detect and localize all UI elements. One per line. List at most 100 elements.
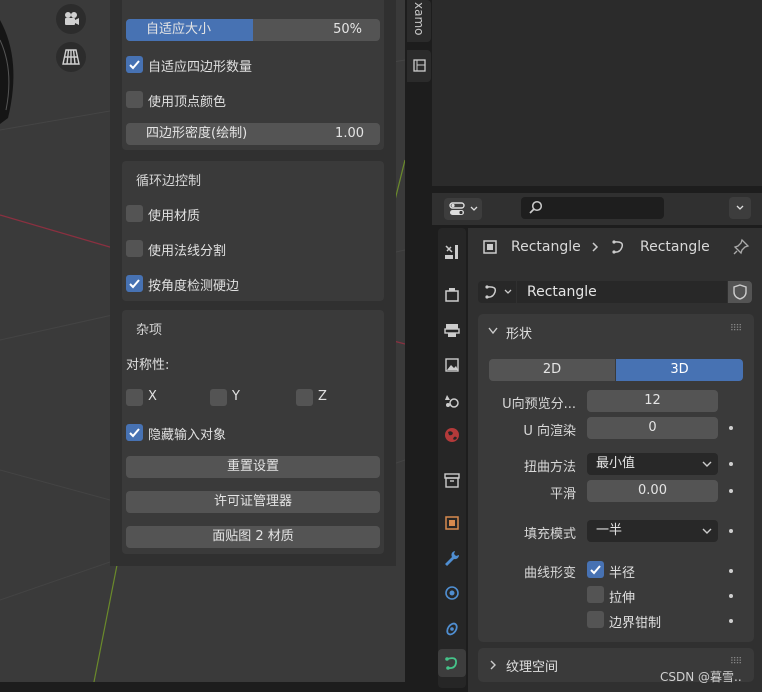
keyframe-dot[interactable] xyxy=(729,619,733,623)
tab-view[interactable] xyxy=(407,50,431,82)
tab-modifiers[interactable] xyxy=(438,544,466,572)
keyframe-dot[interactable] xyxy=(729,462,733,466)
stretch-checkbox[interactable] xyxy=(587,586,604,603)
checkmark-icon xyxy=(129,279,140,289)
curve-datablock-browse[interactable] xyxy=(478,281,516,303)
reset-settings-button[interactable]: 重置设置 xyxy=(126,456,380,478)
sidebar-tab-strip: xamo xyxy=(405,0,432,692)
bounds-clamp-label: 边界钳制 xyxy=(609,616,662,631)
hide-input-checkbox[interactable] xyxy=(126,424,143,441)
keyframe-dot[interactable] xyxy=(729,426,733,430)
auto-size-label: 自适应大小 xyxy=(146,22,212,37)
addon-side-panel: 自适应大小 50% 自适应四边形数量 使用顶点颜色 四边形密度(绘制) 1.00… xyxy=(110,0,396,566)
twist-method-value: 最小值 xyxy=(596,456,636,471)
curve-datablock-name-field[interactable]: Rectangle xyxy=(517,281,727,303)
property-search-input[interactable] xyxy=(521,197,664,219)
smooth-label: 平滑 xyxy=(549,487,576,502)
curve-deform-label: 曲线形变 xyxy=(523,566,576,581)
keyframe-dot[interactable] xyxy=(729,489,733,493)
quad-settings-section: 自适应大小 50% 自适应四边形数量 使用顶点颜色 四边形密度(绘制) 1.00 xyxy=(122,0,384,150)
scene-icon xyxy=(445,395,459,408)
curve-data-icon xyxy=(445,657,457,670)
breadcrumb-object-name: Rectangle xyxy=(511,239,581,255)
pin-icon[interactable] xyxy=(732,238,750,256)
tab-view-layer[interactable] xyxy=(438,351,466,379)
symmetry-y-checkbox[interactable] xyxy=(210,389,227,406)
outliner-area[interactable] xyxy=(432,0,762,186)
auto-quad-count-checkbox[interactable] xyxy=(126,56,143,73)
quad-density-value: 1.00 xyxy=(335,126,364,141)
tab-render[interactable] xyxy=(438,281,466,309)
radius-checkbox[interactable] xyxy=(587,561,604,578)
keyframe-dot[interactable] xyxy=(729,594,733,598)
detect-hard-edges-checkbox[interactable] xyxy=(126,275,143,292)
use-normal-split-checkbox[interactable] xyxy=(126,240,143,257)
tab-collection[interactable] xyxy=(438,466,466,494)
keyframe-dot[interactable] xyxy=(729,569,733,573)
symmetry-z-checkbox[interactable] xyxy=(296,389,313,406)
tab-2d[interactable]: 2D xyxy=(489,359,615,381)
tab-output[interactable] xyxy=(438,316,466,344)
radius-label: 半径 xyxy=(609,566,636,581)
loop-edge-title: 循环边控制 xyxy=(136,174,202,189)
use-vertex-color-label: 使用顶点颜色 xyxy=(148,95,227,110)
u-preview-field[interactable]: 12 xyxy=(587,390,718,412)
twist-method-dropdown[interactable]: 最小值 xyxy=(587,453,718,475)
drag-grip-icon[interactable]: ⠿⠿ xyxy=(730,657,742,667)
loop-edge-section: 循环边控制 使用材质 使用法线分割 按角度检测硬边 xyxy=(122,161,384,301)
symmetry-x-label: X xyxy=(148,389,157,404)
tab-3d[interactable]: 3D xyxy=(616,359,743,381)
use-vertex-color-checkbox[interactable] xyxy=(126,91,143,108)
auto-size-slider[interactable]: 自适应大小 50% xyxy=(126,19,380,41)
properties-header xyxy=(432,193,762,225)
shape-panel: 形状 ⠿⠿ 2D 3D U向预览分... 12 U 向渲染 0 扭曲方法 最小值… xyxy=(478,314,754,642)
viewport-bottom-edge xyxy=(0,682,405,692)
symmetry-x-checkbox[interactable] xyxy=(126,389,143,406)
detect-hard-edges-label: 按角度检测硬边 xyxy=(148,279,240,294)
tab-scene[interactable] xyxy=(438,386,466,414)
shape-panel-header[interactable]: 形状 ⠿⠿ xyxy=(478,314,754,348)
face-map-material-button[interactable]: 面贴图 2 材质 xyxy=(126,526,380,548)
use-material-label: 使用材质 xyxy=(148,209,201,224)
checkmark-icon xyxy=(129,428,140,438)
object-icon xyxy=(445,516,459,530)
editor-type-button[interactable] xyxy=(444,198,482,220)
tab-world[interactable] xyxy=(438,421,466,449)
quad-density-label: 四边形密度(绘制) xyxy=(146,126,248,141)
license-manager-button[interactable]: 许可证管理器 xyxy=(126,491,380,513)
auto-quad-count-label: 自适应四边形数量 xyxy=(148,60,253,75)
tab-physics[interactable] xyxy=(438,579,466,607)
symmetry-label: 对称性: xyxy=(126,358,170,373)
physics-icon xyxy=(445,586,459,600)
bounds-clamp-checkbox[interactable] xyxy=(587,611,604,628)
fake-user-button[interactable] xyxy=(728,281,752,303)
tab-xamo[interactable]: xamo xyxy=(407,0,431,42)
hide-input-label: 隐藏输入对象 xyxy=(148,428,227,443)
u-render-field[interactable]: 0 xyxy=(587,417,718,439)
constraint-icon xyxy=(446,622,458,636)
shield-icon xyxy=(733,284,747,300)
smooth-field[interactable]: 0.00 xyxy=(587,480,718,502)
tab-constraints[interactable] xyxy=(438,614,466,642)
curve-data-icon xyxy=(612,240,624,254)
quad-density-field[interactable]: 四边形密度(绘制) 1.00 xyxy=(126,123,380,145)
chevron-down-icon xyxy=(702,461,712,467)
collection-icon xyxy=(444,473,460,488)
tab-object[interactable] xyxy=(438,509,466,537)
fill-mode-dropdown[interactable]: 一半 xyxy=(587,520,718,542)
camera-view-icon[interactable] xyxy=(56,4,86,34)
symmetry-y-label: Y xyxy=(232,389,240,404)
header-options-dropdown[interactable] xyxy=(729,197,751,219)
use-material-checkbox[interactable] xyxy=(126,205,143,222)
panel-icon xyxy=(413,59,426,72)
chevron-down-icon xyxy=(702,528,712,534)
breadcrumb-data-name: Rectangle xyxy=(640,239,710,255)
tab-curve-data[interactable] xyxy=(438,649,466,677)
drag-grip-icon[interactable]: ⠿⠿ xyxy=(730,324,742,334)
printer-icon xyxy=(444,324,460,337)
misc-title: 杂项 xyxy=(136,323,163,338)
tab-tool[interactable] xyxy=(438,238,466,266)
chevron-right-icon xyxy=(592,242,599,252)
keyframe-dot[interactable] xyxy=(729,529,733,533)
ortho-grid-icon[interactable] xyxy=(56,42,86,72)
